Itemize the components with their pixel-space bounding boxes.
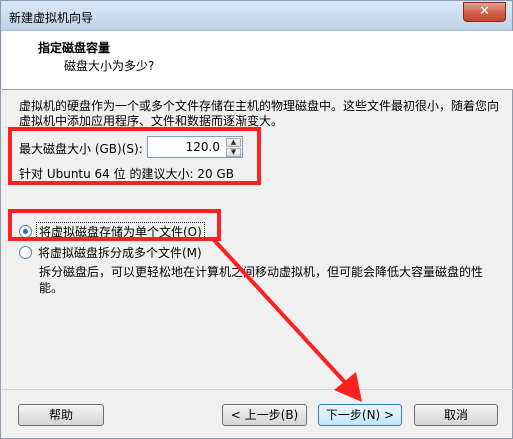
annotation-arrow: [212, 238, 362, 402]
arrow-shaft: [212, 238, 354, 392]
